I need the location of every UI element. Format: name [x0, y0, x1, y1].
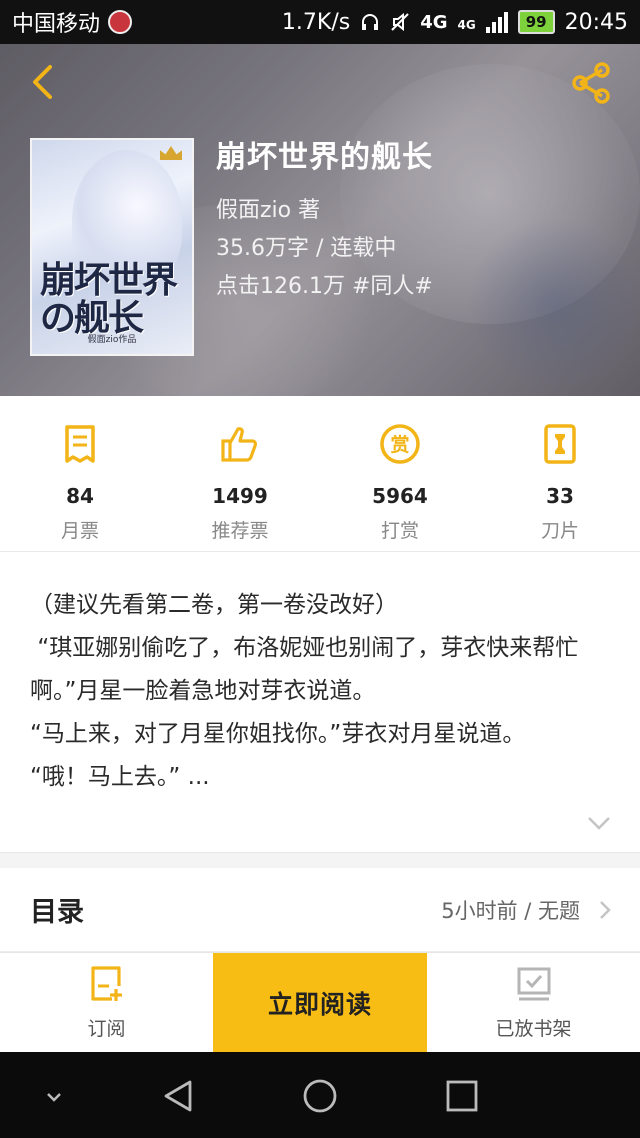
book-info: 崩坏世界的舰长 假面zio 著 35.6万字 / 连载中 点击126.1万 #同… — [216, 136, 433, 306]
network-speed: 1.7K/s — [281, 9, 351, 35]
stat-reward[interactable]: 赏 5964 打赏 — [320, 396, 480, 551]
book-author[interactable]: 假面zio 著 — [216, 192, 433, 230]
cover-author: 假面zio作品 — [87, 335, 137, 345]
bookshelf-button[interactable]: 已放书架 — [427, 953, 640, 1052]
chevron-right-icon — [600, 900, 611, 919]
system-nav-bar — [0, 1052, 640, 1138]
description-line: （建议先看第二卷，第一卷没改好） — [30, 592, 398, 618]
section-divider — [0, 852, 640, 868]
expand-description-button[interactable] — [586, 814, 612, 832]
book-description[interactable]: （建议先看第二卷，第一卷没改好） “琪亚娜别偷吃了，布洛妮娅也别闹了，芽衣快来帮… — [30, 584, 620, 799]
mute-icon — [391, 12, 409, 32]
battery-indicator: 99 — [517, 10, 555, 34]
crown-decoration — [160, 146, 182, 160]
stat-monthly-ticket[interactable]: 84 月票 — [0, 396, 160, 551]
stat-value: 5964 — [372, 484, 428, 508]
cover-title: 崩坏世界の舰长 — [40, 260, 178, 339]
clock: 20:45 — [564, 9, 628, 35]
read-now-button[interactable]: 立即阅读 — [213, 953, 427, 1052]
stat-label: 月票 — [60, 520, 99, 542]
stat-value: 1499 — [212, 484, 268, 508]
subscribe-icon — [90, 966, 122, 1001]
book-word-count-status: 35.6万字 / 连载中 — [216, 236, 397, 261]
chevron-down-icon[interactable] — [32, 1074, 76, 1118]
app-notification-icon — [108, 10, 133, 34]
chevron-left-icon — [33, 65, 52, 99]
carrier-name: 中国移动 — [12, 12, 101, 37]
network-type-small: 4G — [457, 17, 476, 32]
carrier-group: 中国移动 — [12, 6, 133, 38]
subscribe-button[interactable]: 订阅 — [0, 953, 213, 1052]
stat-label: 推荐票 — [211, 520, 269, 542]
bottom-action-bar: 订阅 立即阅读 已放书架 — [0, 952, 640, 1052]
stat-value: 84 — [66, 484, 94, 508]
catalog-row[interactable]: 目录 5小时前 / 无题 — [0, 868, 640, 952]
book-cover[interactable]: 崩坏世界の舰长 假面zio作品 — [30, 138, 194, 356]
stat-label: 打赏 — [380, 520, 419, 542]
description-line: “马上来，对了月星你姐找你。”芽衣对月星说道。 — [30, 721, 526, 747]
stat-value: 33 — [546, 484, 574, 508]
thumbs-up-icon — [218, 422, 262, 466]
chevron-down-icon — [588, 817, 610, 830]
bookshelf-added-icon — [517, 967, 550, 1001]
signal-icon — [485, 11, 508, 33]
share-icon — [572, 62, 610, 104]
book-clicks-tag: 点击126.1万 #同人# — [216, 274, 433, 299]
headphones-icon — [362, 14, 379, 30]
description-line: “哦！马上去。” ... — [30, 764, 210, 790]
stat-blade[interactable]: 33 刀片 — [480, 396, 640, 551]
book-title: 崩坏世界的舰长 — [216, 140, 433, 175]
stat-recommend-ticket[interactable]: 1499 推荐票 — [160, 396, 320, 551]
back-button[interactable] — [22, 62, 62, 102]
share-button[interactable] — [568, 60, 614, 106]
blade-card-icon — [538, 422, 582, 466]
back-triangle-icon[interactable] — [156, 1074, 200, 1118]
recents-square-icon[interactable] — [440, 1074, 484, 1118]
reward-coin-icon: 赏 — [378, 422, 422, 466]
status-right: 1.7K/s 4G 4G 99 20:45 — [282, 10, 628, 35]
latest-chapter: 5小时前 / 无题 — [441, 898, 580, 923]
status-bar: 中国移动 1.7K/s 4G 4G 99 20:45 — [0, 0, 640, 44]
home-circle-icon[interactable] — [298, 1074, 342, 1118]
description-line: “琪亚娜别偷吃了，布洛妮娅也别闹了，芽衣快来帮忙啊。”月星一脸着急地对芽衣说道。 — [30, 635, 579, 704]
monthly-ticket-icon — [58, 422, 102, 466]
stat-label: 刀片 — [540, 520, 579, 542]
catalog-label: 目录 — [30, 897, 84, 928]
bookshelf-label: 已放书架 — [495, 1018, 572, 1040]
svg-text:赏: 赏 — [390, 433, 409, 456]
subscribe-label: 订阅 — [87, 1018, 126, 1040]
network-type: 4G — [420, 11, 448, 33]
book-stats: 84 月票 1499 推荐票 赏 5964 打赏 33 刀片 — [0, 396, 640, 552]
read-now-label: 立即阅读 — [267, 989, 372, 1019]
